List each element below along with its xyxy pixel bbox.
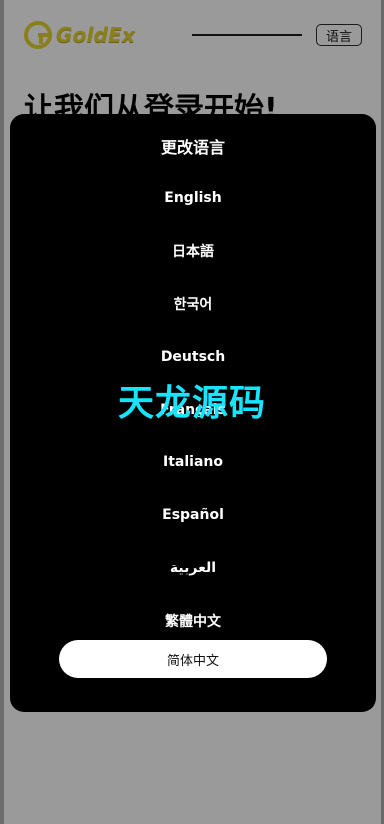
left-edge-rail [0,0,4,824]
language-option-arabic[interactable]: العربية [10,542,376,595]
language-option-korean[interactable]: 한국어 [10,278,376,331]
language-list: English 日本語 한국어 Deutsch Français Italian… [10,172,376,647]
logo-text: GoldEx [56,23,136,47]
language-option-english[interactable]: English [10,172,376,225]
language-option-japanese[interactable]: 日本語 [10,225,376,278]
language-button[interactable]: 语言 [316,24,362,46]
header: GoldEx 语言 [24,18,364,52]
language-option-italian[interactable]: Italiano [10,436,376,489]
selected-language-button[interactable]: 简体中文 [59,640,327,678]
language-option-french[interactable]: Français [10,383,376,436]
header-divider [192,34,302,36]
modal-title: 更改语言 [160,138,225,157]
language-option-spanish[interactable]: Español [10,489,376,542]
language-option-german[interactable]: Deutsch [10,330,376,383]
logo-icon [24,21,52,49]
logo: GoldEx [24,18,136,52]
language-modal: 更改语言 English 日本語 한국어 Deutsch Français It… [10,114,376,712]
